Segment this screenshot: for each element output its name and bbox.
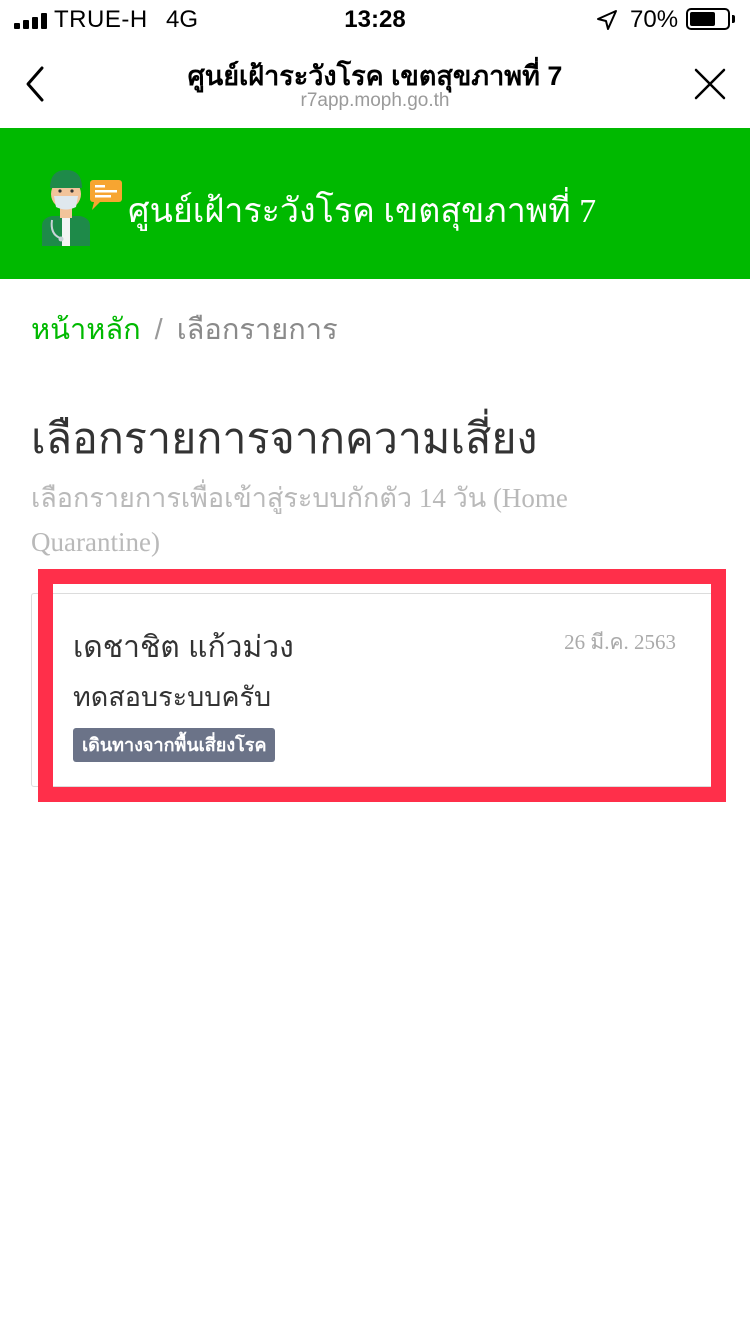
item-description: ทดสอบระบบครับ xyxy=(73,682,272,712)
battery-tip xyxy=(732,15,735,23)
close-icon[interactable] xyxy=(692,66,728,102)
risk-item-card[interactable]: เดชาชิต แก้วม่วง 26 มี.ค. 2563 ทดสอบระบบ… xyxy=(31,593,719,787)
page-subtitle: เลือกรายการเพื่อเข้าสู่ระบบกักตัว 14 วัน… xyxy=(31,483,568,557)
health-worker-logo-icon xyxy=(42,170,122,246)
breadcrumb-current: เลือกรายการ xyxy=(176,314,338,346)
battery-percent: 70% xyxy=(630,6,679,33)
breadcrumb-separator: / xyxy=(154,314,163,346)
battery-icon xyxy=(686,8,730,30)
breadcrumb-home-link[interactable]: หน้าหลัก xyxy=(31,314,141,346)
site-banner: ศูนย์เฝ้าระวังโรค เขตสุขภาพที่ 7 xyxy=(0,128,750,279)
battery-fill xyxy=(690,12,715,26)
status-bar: TRUE-H 4G 13:28 70% xyxy=(0,0,750,40)
nav-bar: ศูนย์เฝ้าระวังโรค เขตสุขภาพที่ 7 r7app.m… xyxy=(0,40,750,128)
page-title: เลือกรายการจากความเสี่ยง xyxy=(31,415,538,463)
location-arrow-icon xyxy=(597,10,617,30)
item-date: 26 มี.ค. 2563 xyxy=(564,630,676,654)
nav-url: r7app.moph.go.th xyxy=(300,90,450,111)
banner-title: ศูนย์เฝ้าระวังโรค เขตสุขภาพที่ 7 xyxy=(128,193,597,230)
item-risk-badge: เดินทางจากพื้นเสี่ยงโรค xyxy=(73,728,276,762)
breadcrumb: หน้าหลัก / เลือกรายการ xyxy=(31,306,338,352)
item-person-name: เดชาชิต แก้วม่วง xyxy=(73,631,294,664)
